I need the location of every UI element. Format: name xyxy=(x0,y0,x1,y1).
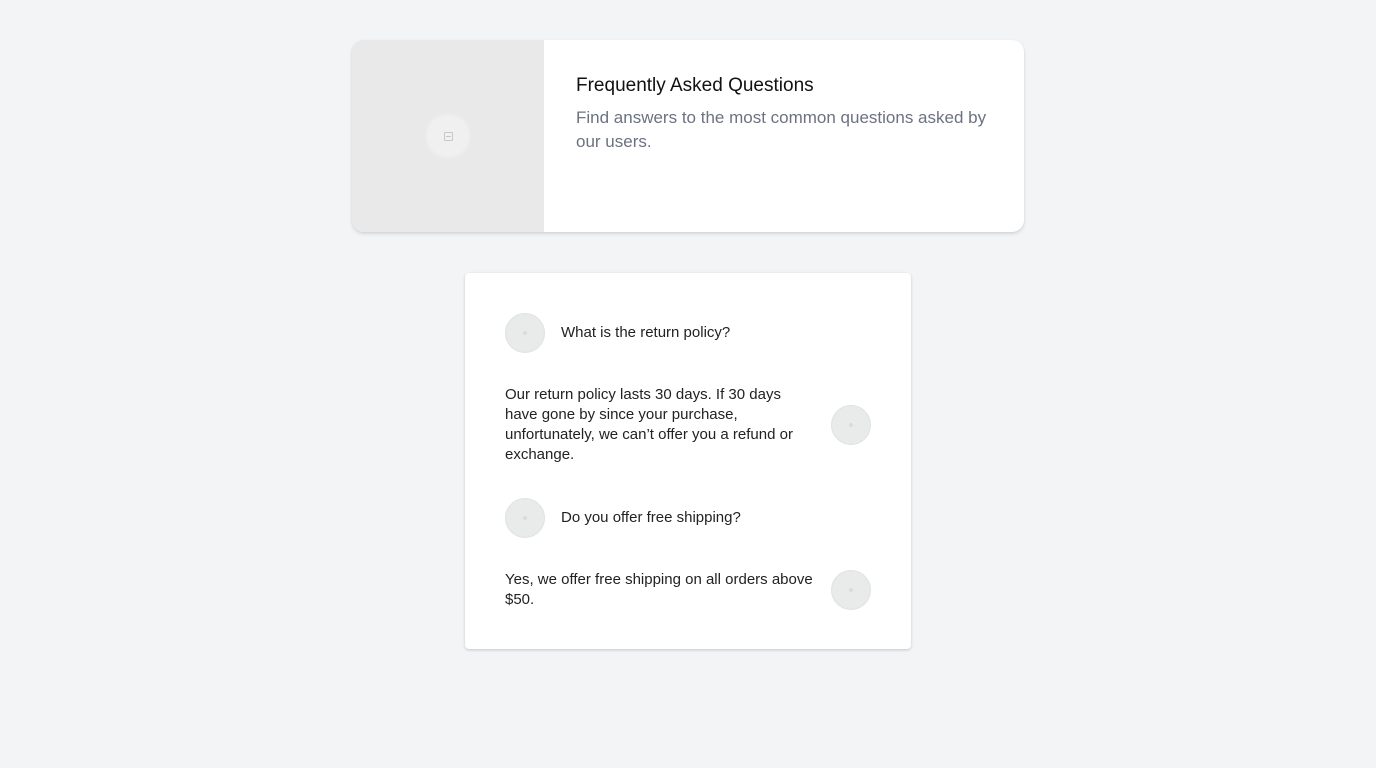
faq-answer-text: Yes, we offer free shipping on all order… xyxy=(505,571,813,608)
answer-avatar-icon xyxy=(831,405,871,445)
faq-answer-text: Our return policy lasts 30 days. If 30 d… xyxy=(505,386,793,463)
avatar-dot xyxy=(849,588,853,592)
avatar-dot xyxy=(523,331,527,335)
faq-question-text: What is the return policy? xyxy=(561,324,731,341)
header-text: Frequently Asked Questions Find answers … xyxy=(544,40,1024,232)
avatar-dot xyxy=(523,516,527,520)
faq-answer-row: Yes, we offer free shipping on all order… xyxy=(505,570,871,610)
avatar-dot xyxy=(849,423,853,427)
image-placeholder-icon xyxy=(427,115,469,157)
page: Frequently Asked Questions Find answers … xyxy=(0,0,1376,768)
answer-avatar-icon xyxy=(831,570,871,610)
question-avatar-icon xyxy=(505,498,545,538)
header-image xyxy=(352,40,544,232)
faq-question-row: What is the return policy? xyxy=(505,313,871,353)
faq-header-card: Frequently Asked Questions Find answers … xyxy=(352,40,1024,232)
page-subtitle: Find answers to the most common question… xyxy=(576,108,987,151)
image-glyph-icon xyxy=(443,131,453,141)
faq-answer-row: Our return policy lasts 30 days. If 30 d… xyxy=(505,385,871,465)
faq-question-row: Do you offer free shipping? xyxy=(505,498,871,538)
question-avatar-icon xyxy=(505,313,545,353)
page-title: Frequently Asked Questions xyxy=(576,75,814,96)
faq-question-text: Do you offer free shipping? xyxy=(561,509,741,526)
faq-list-card: What is the return policy? Our return po… xyxy=(465,273,911,649)
